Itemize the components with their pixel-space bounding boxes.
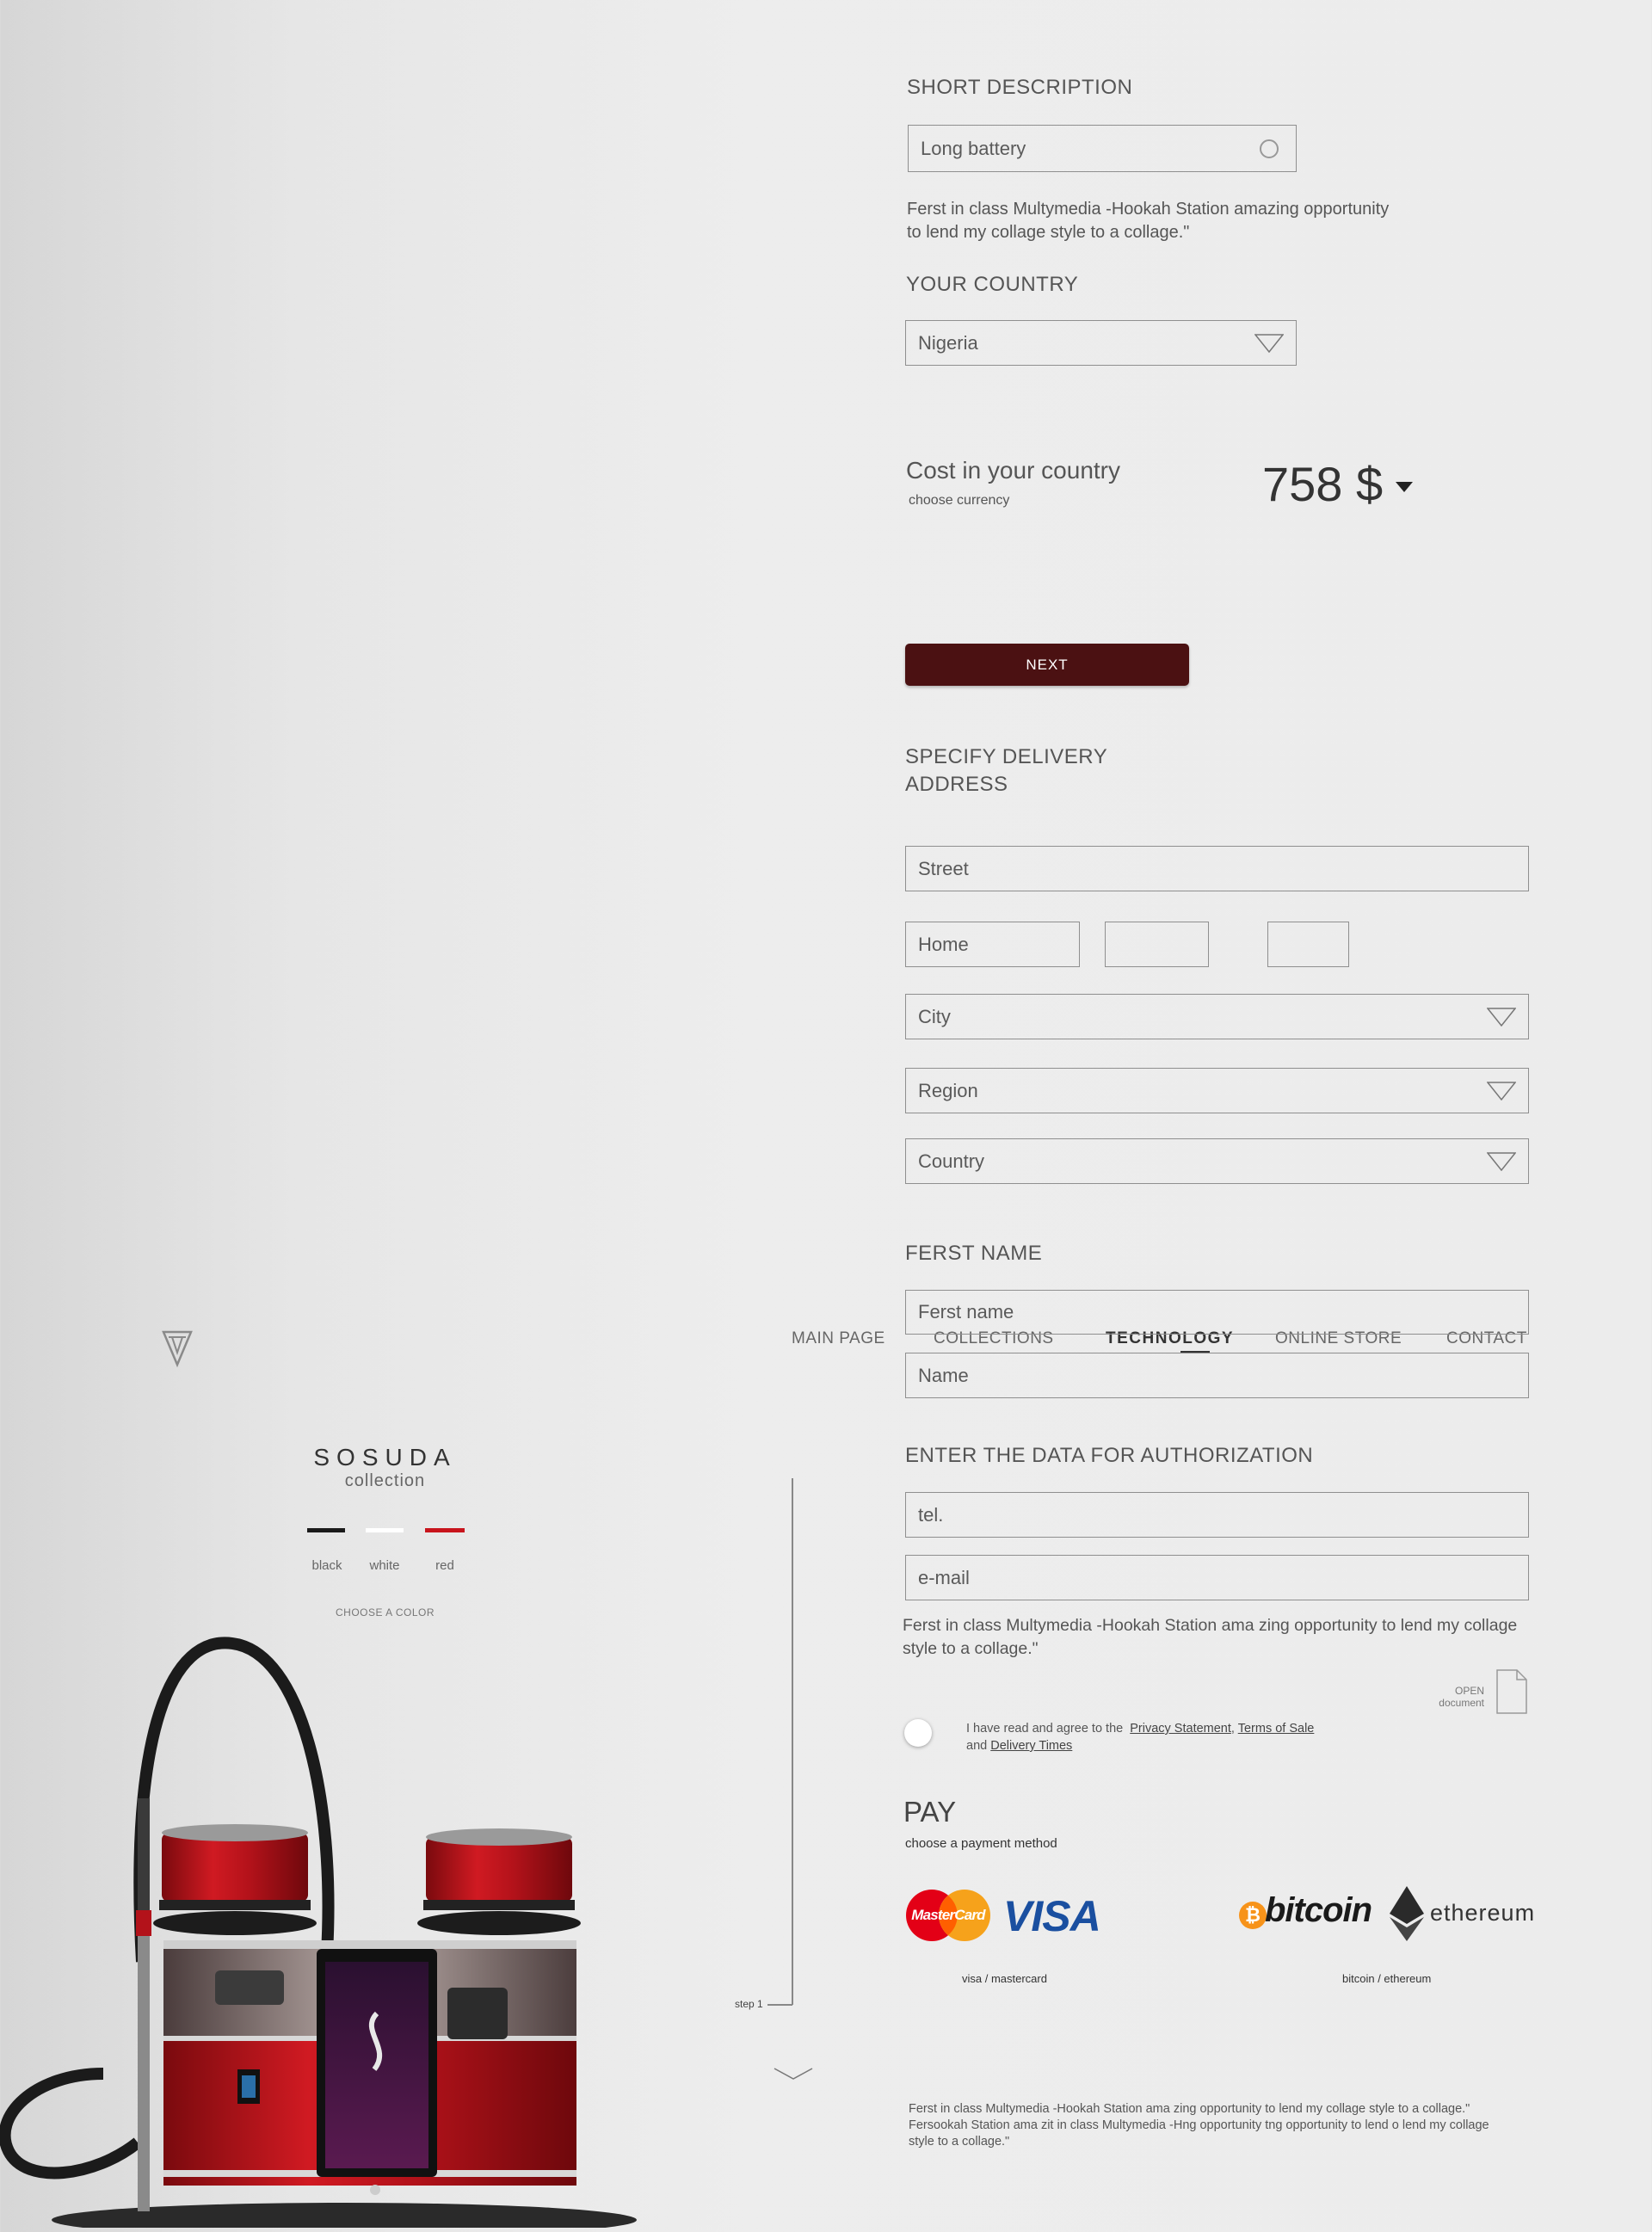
auth-text-line1: Ferst in class Multymedia -Hookah Statio… [903, 1616, 1518, 1635]
scroll-down-icon[interactable] [773, 2065, 814, 2082]
document-icon [1496, 1669, 1527, 1714]
privacy-link[interactable]: Privacy Statement [1130, 1722, 1231, 1736]
chevron-down-icon [1487, 1007, 1516, 1027]
name-placeholder: Name [918, 1364, 969, 1386]
home-input[interactable]: Home [905, 922, 1080, 967]
building-input[interactable] [1105, 922, 1209, 967]
currency-dropdown-icon[interactable] [1395, 481, 1414, 493]
short-description-title: SHORT DESCRIPTION [907, 76, 1133, 99]
crypto-payment-option[interactable]: ₿ bitcoin ethereum [1239, 1883, 1536, 1951]
step-tick [767, 2004, 792, 2006]
bitcoin-text: bitcoin [1265, 1891, 1372, 1929]
region-select[interactable]: Region [905, 1068, 1529, 1113]
chevron-down-icon [1487, 1081, 1516, 1101]
short-description-value: Long battery [921, 137, 1026, 159]
city-select[interactable]: City [905, 994, 1529, 1039]
radio-icon[interactable] [1260, 139, 1279, 158]
country-title: YOUR COUNTRY [906, 273, 1079, 296]
card-payment-option[interactable]: MasterCard VISA [905, 1884, 1120, 1953]
first-name-input[interactable]: Ferst name [905, 1290, 1529, 1335]
country-address-select[interactable]: Country [905, 1138, 1529, 1184]
delivery-title: SPECIFY DELIVERY ADDRESS [905, 743, 1107, 798]
country-select[interactable]: Nigeria [905, 320, 1297, 366]
tel-placeholder: tel. [918, 1503, 944, 1526]
color-label-black: black [311, 1558, 342, 1573]
country-select-value: Nigeria [918, 331, 978, 354]
ethereum-icon [1390, 1886, 1424, 1941]
email-input[interactable]: e-mail [905, 1555, 1529, 1600]
name-input[interactable]: Name [905, 1353, 1529, 1398]
tel-input[interactable]: tel. [905, 1492, 1529, 1538]
short-description-field[interactable]: Long battery [908, 125, 1297, 172]
first-name-title: FERST NAME [905, 1242, 1043, 1265]
email-placeholder: e-mail [918, 1566, 970, 1588]
delivery-times-link[interactable]: Delivery Times [990, 1739, 1072, 1753]
auth-text-line2: style to a collage." [903, 1639, 1039, 1658]
footer-line1: Ferst in class Multymedia -Hookah Statio… [909, 2102, 1470, 2116]
visa-text: VISA [1003, 1892, 1101, 1940]
chevron-down-icon [1254, 333, 1284, 353]
intro-text-line2: to lend my collage style to a collage." [907, 223, 1190, 242]
step-label: step 1 [735, 1998, 763, 2010]
first-name-placeholder: Ferst name [918, 1301, 1014, 1323]
home-placeholder: Home [918, 933, 969, 955]
chevron-down-icon [1487, 1151, 1516, 1171]
auth-title: ENTER THE DATA FOR AUTHORIZATION [905, 1444, 1314, 1467]
auth-text: Ferst in class Multymedia -Hookah Statio… [903, 1614, 1517, 1661]
hookah-product-image [0, 1626, 637, 2232]
footer-line2: Fersookah Station ama zit in class Multy… [909, 2118, 1489, 2132]
color-label-red: red [435, 1558, 454, 1573]
color-swatch-black[interactable] [307, 1528, 345, 1532]
color-label-white: white [369, 1558, 400, 1573]
bitcoin-icon: ₿ [1239, 1902, 1267, 1929]
color-swatch-red[interactable] [425, 1528, 465, 1532]
country-address-label: Country [918, 1150, 985, 1172]
pay-title: PAY [903, 1796, 957, 1828]
logo-icon[interactable] [160, 1327, 194, 1368]
open-document[interactable]: OPEN document [1411, 1668, 1536, 1715]
pay-sub: choose a payment method [905, 1836, 1057, 1851]
intro-text: Ferst in class Multymedia -Hookah Statio… [907, 198, 1389, 244]
agree-checkbox[interactable] [904, 1719, 932, 1747]
street-placeholder: Street [918, 857, 969, 879]
ethereum-text: ethereum [1430, 1900, 1536, 1926]
street-input[interactable]: Street [905, 846, 1529, 891]
footer-line3: style to a collage." [909, 2135, 1010, 2149]
next-button[interactable]: NEXT [905, 644, 1189, 686]
terms-link[interactable]: Terms of Sale [1238, 1722, 1315, 1736]
region-label: Region [918, 1079, 978, 1101]
price-value[interactable]: 758 $ [1262, 456, 1414, 512]
step-line [792, 1478, 793, 2005]
delivery-title-line2: ADDRESS [905, 773, 1008, 796]
card-caption: visa / mastercard [962, 1972, 1047, 1985]
footer-text: Ferst in class Multymedia -Hookah Statio… [909, 2101, 1489, 2150]
cost-label: Cost in your country [906, 457, 1120, 484]
agree-text-pre: I have read and agree to the [966, 1722, 1124, 1736]
crypto-caption: bitcoin / ethereum [1342, 1972, 1432, 1985]
open-doc-line2: document [1439, 1697, 1484, 1709]
nav-main-page[interactable]: MAIN PAGE [792, 1329, 885, 1348]
city-label: City [918, 1005, 951, 1027]
apartment-input[interactable] [1267, 922, 1349, 967]
delivery-title-line1: SPECIFY DELIVERY [905, 745, 1108, 768]
choose-color-label: CHOOSE A COLOR [335, 1606, 435, 1619]
product-title: SOSUDA [313, 1444, 457, 1471]
agree-text-and: and [966, 1739, 988, 1753]
color-swatch-white[interactable] [366, 1528, 404, 1532]
product-subtitle: collection [344, 1471, 426, 1490]
mastercard-text: MasterCard [911, 1907, 985, 1923]
cost-sub: choose currency [909, 493, 1010, 508]
agree-text: I have read and agree to the Privacy Sta… [966, 1722, 1315, 1753]
open-doc-line1: OPEN [1454, 1685, 1484, 1697]
intro-text-line1: Ferst in class Multymedia -Hookah Statio… [907, 200, 1390, 219]
price-text: 758 $ [1262, 457, 1384, 511]
